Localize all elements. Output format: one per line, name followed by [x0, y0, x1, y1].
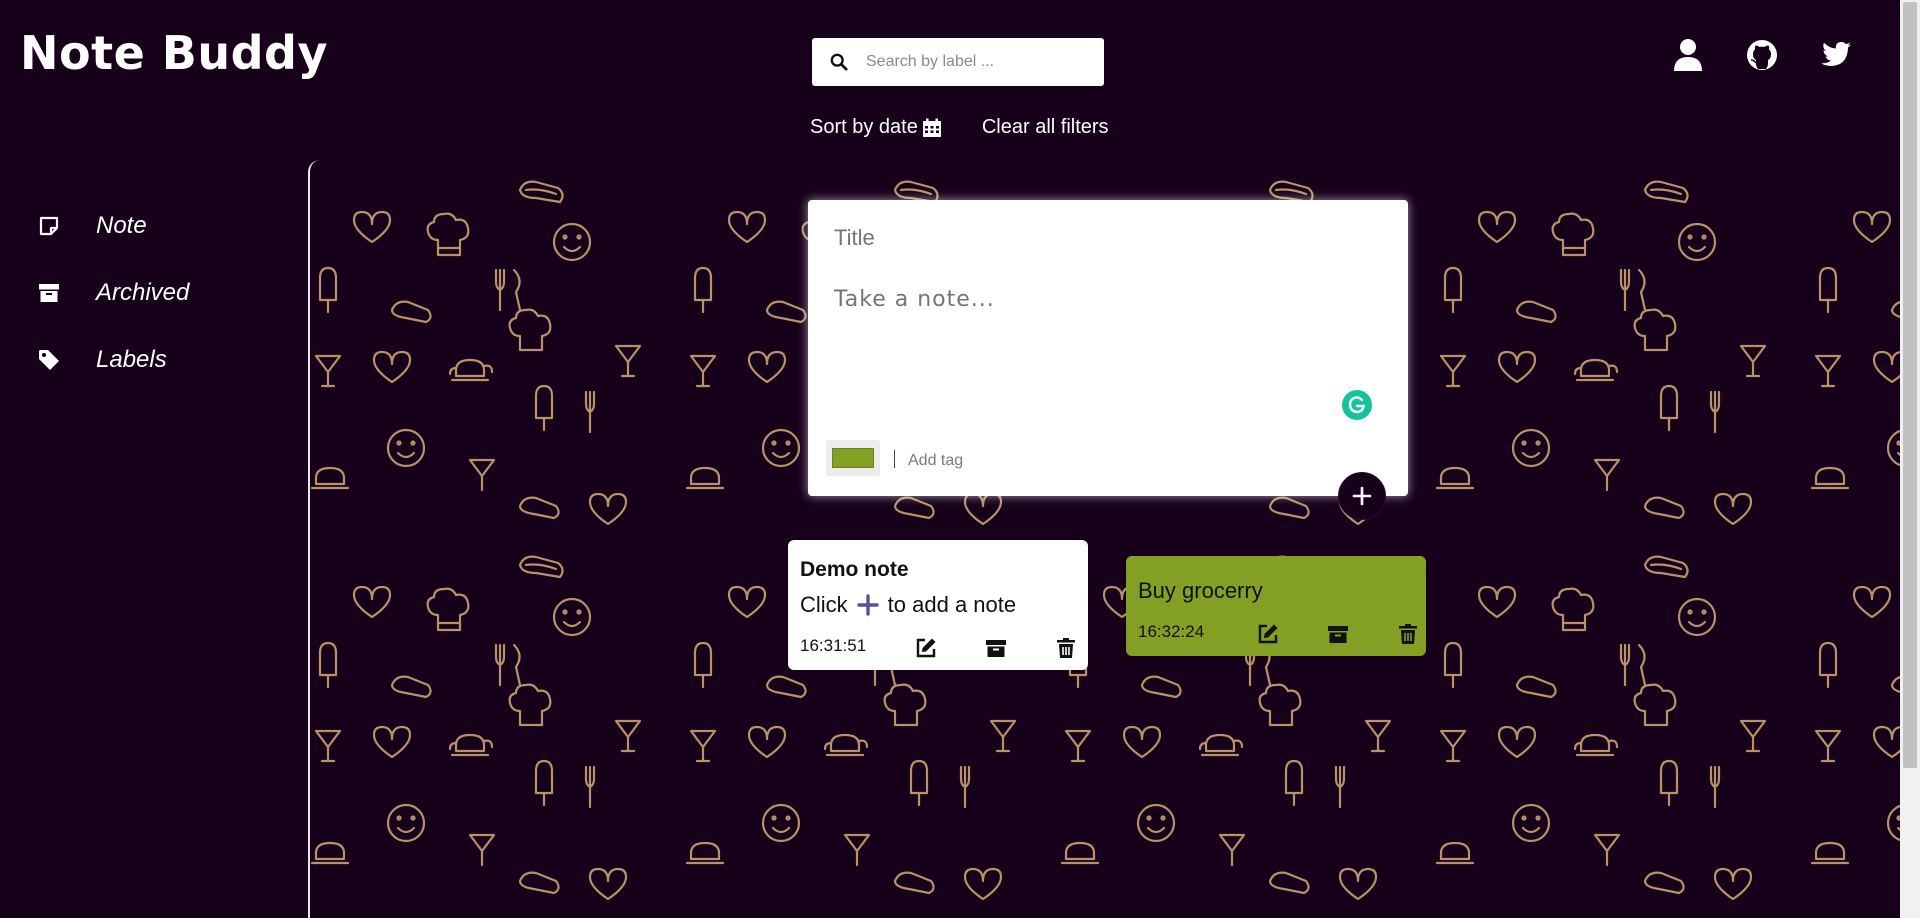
note-body-input[interactable] [832, 286, 1376, 313]
sidebar-item-label: Note [96, 212, 147, 239]
notes-area: Add tag Demo note Click to add a note 16… [308, 160, 1902, 918]
tag-icon [38, 349, 60, 371]
grammarly-icon[interactable] [1342, 390, 1372, 420]
edit-icon[interactable] [914, 636, 940, 662]
calendar-icon [922, 118, 941, 137]
note-composer: Add tag [808, 200, 1408, 496]
archive-icon[interactable] [1326, 622, 1352, 648]
sidebar: Note Archived Labels [0, 160, 308, 918]
github-icon[interactable] [1746, 38, 1778, 72]
note-icon [38, 215, 60, 237]
selected-color-swatch [832, 448, 874, 468]
divider [894, 450, 895, 468]
note-body-prefix: Click [800, 592, 848, 617]
sidebar-item-label: Labels [96, 346, 167, 373]
sidebar-item-archived[interactable]: Archived [38, 279, 189, 307]
note-title-input[interactable] [832, 224, 1376, 252]
plus-icon [856, 594, 879, 616]
app-logo[interactable]: Note Buddy [20, 26, 328, 80]
sidebar-item-label: Archived [96, 279, 190, 306]
archive-icon [38, 282, 60, 304]
sidebar-item-labels[interactable]: Labels [38, 346, 167, 374]
archive-icon[interactable] [984, 636, 1010, 662]
trash-icon[interactable] [1054, 636, 1080, 662]
note-title: Demo note [800, 558, 909, 581]
sidebar-item-note[interactable]: Note [38, 212, 147, 240]
add-tag-input[interactable]: Add tag [908, 452, 963, 470]
note-body: Buy grocerry [1138, 578, 1263, 603]
twitter-icon[interactable] [1820, 38, 1852, 72]
note-timestamp: 16:31:51 [800, 636, 867, 655]
search-input[interactable] [864, 52, 1088, 72]
trash-icon[interactable] [1396, 622, 1422, 648]
note-actions [1256, 622, 1422, 648]
search-icon [830, 53, 848, 71]
sort-by-date-label: Sort by date [810, 116, 918, 138]
filter-bar: Sort by date Clear all filters [810, 116, 1109, 139]
note-body: Click to add a note [800, 592, 1016, 618]
sort-by-date-button[interactable]: Sort by date [810, 116, 942, 139]
header-icons [1672, 38, 1852, 72]
user-icon[interactable] [1672, 38, 1704, 72]
note-body-suffix: to add a note [887, 592, 1017, 617]
note-card: Buy grocerry 16:32:24 [1126, 556, 1426, 656]
note-actions [914, 636, 1080, 662]
search-bar [812, 38, 1104, 86]
add-note-button[interactable] [1338, 472, 1386, 520]
color-picker-button[interactable] [826, 440, 880, 476]
app-header: Note Buddy Sort by date Clear all filter… [0, 0, 1900, 160]
note-card: Demo note Click to add a note 16:31:51 [788, 540, 1088, 670]
plus-icon [1352, 486, 1372, 506]
scrollbar[interactable] [1900, 0, 1920, 918]
scrollbar-thumb[interactable] [1903, 2, 1917, 768]
note-timestamp: 16:32:24 [1138, 622, 1205, 641]
edit-icon[interactable] [1256, 622, 1282, 648]
clear-filters-button[interactable]: Clear all filters [982, 116, 1109, 139]
